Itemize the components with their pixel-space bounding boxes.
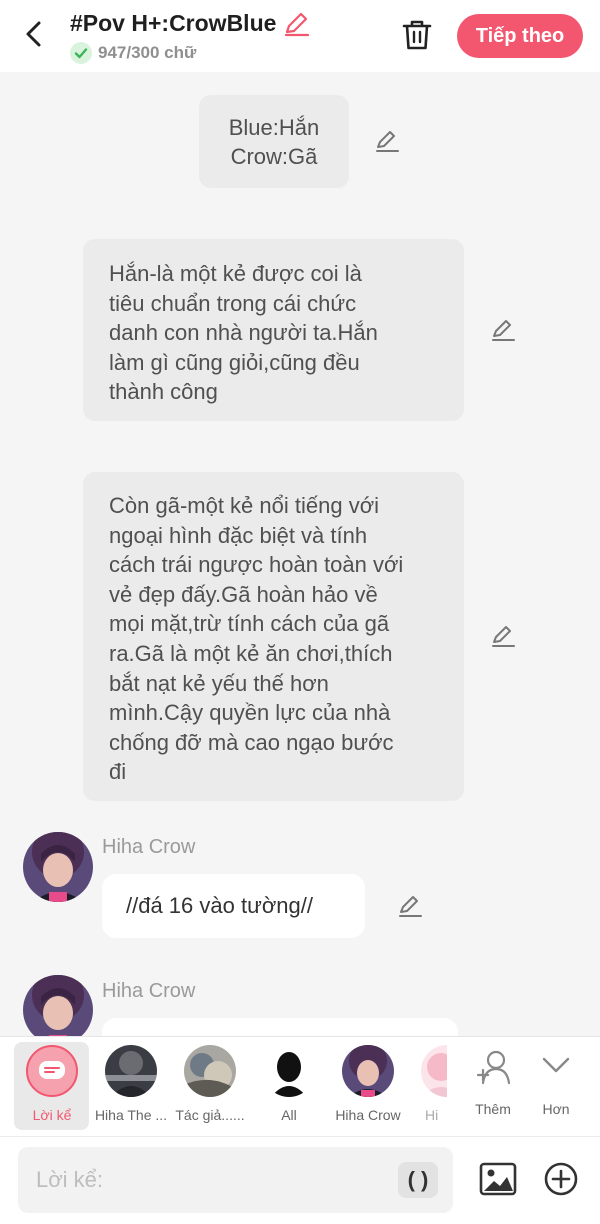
trash-icon — [402, 20, 432, 50]
character-label: Hiha The ... — [94, 1107, 168, 1123]
delete-button[interactable] — [401, 18, 433, 52]
chat-bubble[interactable]: //đá 16 vào tường// — [102, 874, 365, 938]
pencil-icon — [376, 131, 399, 152]
add-button[interactable] — [543, 1161, 579, 1197]
next-button[interactable]: Tiếp theo — [457, 14, 583, 58]
narration-line: Blue:Hắn — [228, 115, 320, 140]
character-label: Lời kể — [32, 1107, 72, 1123]
word-count: 947/300 chữ — [98, 43, 197, 62]
narration-line: ngoại hình đặc biệt và tính — [109, 522, 368, 548]
pencil-icon — [492, 320, 515, 341]
edit-message-button[interactable] — [490, 317, 516, 343]
character-label: Tác giả...... — [175, 1107, 245, 1123]
narration-line: cách trái ngược hoàn toàn với — [109, 552, 404, 578]
character-avatar — [342, 1045, 394, 1097]
insert-image-button[interactable] — [478, 1161, 518, 1197]
edit-message-button[interactable] — [374, 128, 400, 154]
character-avatar — [421, 1045, 447, 1097]
pencil-icon — [284, 12, 310, 37]
narration-line: Crow:Gã — [230, 144, 318, 169]
chevron-down-icon — [541, 1055, 571, 1075]
character-avatar — [263, 1045, 315, 1097]
character-label: Hi — [425, 1107, 439, 1123]
character-avatar[interactable] — [23, 975, 93, 1045]
narration-bubble[interactable]: Còn gã-một kẻ nổi tiếng với ngoại hình đ… — [83, 472, 464, 801]
narration-icon — [26, 1045, 78, 1097]
message-input[interactable]: Lời kể: ( ) — [18, 1147, 453, 1213]
character-selector-bar: Lời kể Hiha The ... Tác giả...... All Hi… — [0, 1036, 600, 1136]
more-label: Hơn — [542, 1101, 570, 1117]
character-avatar — [184, 1045, 236, 1097]
narration-line: thành công — [109, 379, 218, 405]
check-icon — [70, 42, 92, 64]
narration-line: danh con nhà người ta.Hắn — [109, 320, 378, 346]
character-item[interactable]: Hi — [407, 1037, 447, 1137]
word-count-row: 947/300 chữ — [70, 42, 196, 64]
edit-message-button[interactable] — [490, 623, 516, 649]
action-parentheses-button[interactable]: ( ) — [398, 1162, 438, 1198]
plus-circle-icon — [544, 1162, 578, 1196]
narration-line: mọi mặt,trừ tính cách của gã — [109, 611, 390, 637]
narration-line: ra.Gã là một kẻ ăn chơi,thích — [109, 640, 393, 666]
narration-line: vẻ đẹp đấy.Gã hoàn hảo về — [109, 581, 378, 607]
character-item[interactable]: All — [249, 1037, 329, 1137]
narration-line: Còn gã-một kẻ nổi tiếng với — [109, 493, 380, 518]
character-item[interactable]: Hiha Crow — [328, 1037, 408, 1137]
narration-line: chống đỡ mà cao ngạo bước — [109, 729, 394, 755]
character-item[interactable]: Hiha The ... — [91, 1037, 171, 1137]
narration-line: Hắn-là một kẻ được coi là — [109, 261, 362, 286]
character-narration[interactable]: Lời kể — [12, 1037, 92, 1137]
character-name: Hiha Crow — [102, 980, 196, 1002]
pencil-icon — [492, 626, 515, 647]
narration-line: tiêu chuẩn trong cái chức — [109, 290, 357, 316]
more-characters-button[interactable]: Hơn — [516, 1037, 596, 1137]
narration-line: làm gì cũng giỏi,cũng đều — [109, 349, 360, 375]
story-title: #Pov H+:CrowBlue — [70, 10, 277, 36]
narration-line: mình.Cậy quyền lực của nhà — [109, 700, 391, 726]
edit-message-button[interactable] — [397, 893, 423, 919]
narration-line: bắt nạt kẻ yếu thế hơn — [109, 670, 329, 696]
character-avatar[interactable] — [23, 832, 93, 902]
narration-bubble[interactable]: Hắn-là một kẻ được coi là tiêu chuẩn tro… — [83, 239, 464, 421]
character-label: Hiha Crow — [335, 1107, 401, 1123]
edit-title-button[interactable] — [282, 10, 310, 38]
pencil-icon — [399, 896, 422, 917]
narration-line: đi — [109, 759, 127, 785]
compose-bar: Lời kể: ( ) — [0, 1136, 600, 1224]
chat-text: //đá 16 vào tường// — [126, 893, 313, 918]
add-user-icon — [475, 1049, 513, 1087]
top-bar: #Pov H+:CrowBlue 947/300 chữ Tiếp theo — [0, 0, 600, 72]
back-arrow-icon — [26, 21, 41, 47]
back-button[interactable] — [18, 18, 50, 50]
image-icon — [479, 1162, 517, 1196]
narration-bubble[interactable]: Blue:Hắn Crow:Gã — [199, 95, 349, 188]
character-name: Hiha Crow — [102, 836, 196, 858]
character-label: All — [281, 1107, 297, 1123]
input-placeholder: Lời kể: — [36, 1167, 104, 1192]
character-item[interactable]: Tác giả...... — [170, 1037, 250, 1137]
character-avatar — [105, 1045, 157, 1097]
